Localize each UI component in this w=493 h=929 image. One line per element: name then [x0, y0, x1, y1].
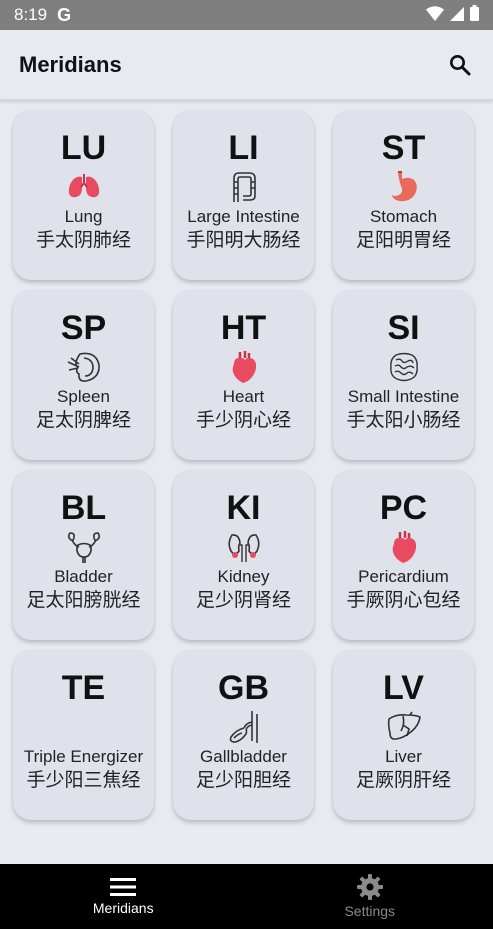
meridian-name: Gallbladder: [200, 747, 287, 766]
bottom-navigation: Meridians Settings: [0, 864, 493, 929]
meridian-chinese-name: 足太阳膀胱经: [26, 589, 141, 611]
gallbladder-icon: [224, 708, 264, 746]
meridian-name: Heart: [222, 387, 265, 406]
meridian-code: SI: [387, 309, 420, 347]
nav-item-meridians[interactable]: Meridians: [0, 864, 247, 929]
app-bar: Meridians: [0, 30, 493, 100]
meridian-code: SP: [60, 309, 107, 347]
meridian-name: Liver: [385, 747, 422, 766]
meridian-chinese-name: 手少阴心经: [195, 409, 291, 431]
meridian-card-ht[interactable]: HT Heart 手少阴心经: [173, 290, 314, 460]
meridian-name: Lung: [64, 207, 103, 226]
meridian-name: Spleen: [57, 387, 110, 406]
small-intestine-icon: [384, 348, 424, 386]
meridian-code: BL: [60, 489, 107, 527]
meridian-card-bl[interactable]: BL Bladder 足太阳膀胱经: [13, 470, 154, 640]
meridian-code: HT: [220, 309, 267, 347]
meridian-card-si[interactable]: SI Small Intestine 手太阳小肠经: [333, 290, 474, 460]
meridian-name: Small Intestine: [347, 387, 460, 406]
pericardium-icon: [384, 528, 424, 566]
meridian-card-lu[interactable]: LU Lung 手太阴肺经: [13, 110, 154, 280]
lungs-icon: [64, 168, 104, 206]
meridian-card-st[interactable]: ST Stomach 足阳明胃经: [333, 110, 474, 280]
meridian-card-lv[interactable]: LV Liver 足厥阴肝经: [333, 650, 474, 820]
meridian-chinese-name: 手少阳三焦经: [26, 769, 141, 791]
page-title: Meridians: [19, 51, 122, 77]
gear-icon: [356, 874, 383, 900]
meridian-chinese-name: 手厥阴心包经: [346, 589, 461, 611]
meridian-card-sp[interactable]: SP Spleen 足太阴脾经: [13, 290, 154, 460]
meridian-code: KI: [226, 489, 261, 527]
meridian-chinese-name: 足太阴脾经: [35, 409, 131, 431]
meridian-code: PC: [379, 489, 428, 527]
meridian-card-gb[interactable]: GB Gallbladder 足少阳胆经: [173, 650, 314, 820]
meridian-card-pc[interactable]: PC Pericardium 手厥阴心包经: [333, 470, 474, 640]
large-intestine-icon: [224, 168, 264, 206]
meridian-code: LI: [228, 129, 259, 167]
bladder-icon: [64, 528, 104, 566]
google-notification-icon: G: [57, 4, 72, 25]
meridian-chinese-name: 足阳明胃经: [355, 229, 451, 251]
nav-label-meridians: Meridians: [92, 900, 154, 916]
status-bar: 8:19 G: [0, 0, 493, 30]
meridian-code: LU: [60, 129, 107, 167]
meridian-name: Pericardium: [358, 567, 449, 586]
meridian-chinese-name: 足少阴肾经: [195, 589, 291, 611]
meridian-chinese-name: 手太阳小肠经: [346, 409, 461, 431]
status-time: 8:19: [14, 5, 48, 24]
meridian-name: Stomach: [369, 207, 438, 226]
meridian-card-te[interactable]: TE Triple Energizer 手少阳三焦经: [13, 650, 154, 820]
meridian-name: Kidney: [217, 567, 270, 586]
nav-item-settings[interactable]: Settings: [247, 864, 493, 929]
nav-label-settings: Settings: [344, 903, 396, 919]
battery-icon: [470, 5, 479, 25]
meridian-grid: LU Lung 手太阴肺经 LI Large Intestine 手阳明大肠经 …: [13, 110, 474, 820]
meridian-chinese-name: 足厥阴肝经: [355, 769, 451, 791]
search-icon: [450, 54, 471, 75]
meridian-chinese-name: 手阳明大肠经: [186, 229, 301, 251]
menu-icon: [110, 878, 137, 896]
stomach-icon: [384, 168, 424, 206]
signal-icon: [450, 6, 464, 25]
wifi-icon: [426, 5, 444, 25]
meridian-name: Triple Energizer: [23, 747, 144, 766]
heart-icon: [224, 348, 264, 386]
spleen-icon: [64, 348, 104, 386]
meridian-name: Bladder: [54, 567, 113, 586]
meridian-code: LV: [383, 669, 424, 707]
meridian-card-ki[interactable]: KI Kidney 足少阴肾经: [173, 470, 314, 640]
meridian-code: GB: [218, 669, 269, 707]
search-button[interactable]: [446, 51, 474, 79]
meridian-card-li[interactable]: LI Large Intestine 手阳明大肠经: [173, 110, 314, 280]
kidney-icon: [224, 528, 264, 566]
meridian-code: TE: [61, 669, 106, 707]
meridian-name: Large Intestine: [187, 207, 300, 226]
liver-icon: [384, 708, 424, 746]
meridian-chinese-name: 手太阴肺经: [35, 229, 131, 251]
empty-icon-slot: [64, 708, 104, 746]
meridian-code: ST: [381, 129, 426, 167]
meridian-chinese-name: 足少阳胆经: [195, 769, 291, 791]
